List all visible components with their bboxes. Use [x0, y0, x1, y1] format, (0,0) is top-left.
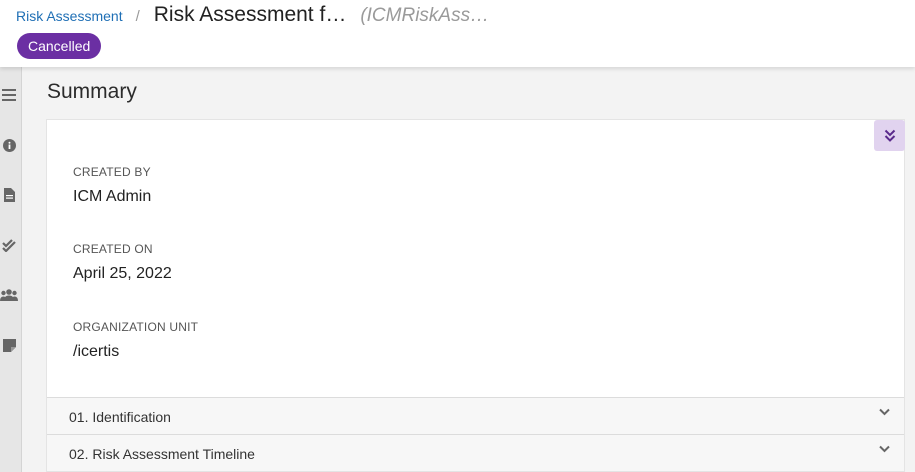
users-icon[interactable] [0, 285, 18, 305]
summary-card: CREATED BY ICM Admin CREATED ON April 25… [46, 119, 905, 472]
field-label: CREATED ON [73, 242, 153, 256]
page-header: Risk Assessment / Risk Assessment f… (IC… [0, 0, 915, 67]
summary-title: Summary [47, 80, 137, 103]
accordion-label: 02. Risk Assessment Timeline [69, 446, 255, 462]
created-by-field: CREATED BY ICM Admin [73, 165, 151, 206]
accordion-risk-assessment-timeline[interactable]: 02. Risk Assessment Timeline [47, 434, 904, 471]
accordion-identification[interactable]: 01. Identification [47, 397, 904, 434]
note-icon[interactable] [0, 335, 18, 355]
left-rail [0, 67, 22, 472]
field-label: CREATED BY [73, 165, 151, 179]
menu-icon[interactable] [0, 85, 18, 105]
collapse-all-button[interactable] [874, 120, 905, 151]
double-chevron-down-icon [884, 129, 895, 142]
chevron-down-icon [879, 408, 890, 416]
field-value: April 25, 2022 [73, 265, 172, 282]
breadcrumb-separator: / [135, 8, 140, 25]
field-value: /icertis [73, 343, 120, 360]
field-label: ORGANIZATION UNIT [73, 320, 199, 334]
chevron-down-icon [879, 445, 890, 453]
organization-unit-field: ORGANIZATION UNIT /icertis [73, 320, 198, 361]
breadcrumb-parent-link[interactable]: Risk Assessment [16, 8, 123, 24]
page-subtitle: (ICMRiskAss… [360, 5, 490, 26]
breadcrumb: Risk Assessment / Risk Assessment f… (IC… [16, 3, 489, 29]
created-on-field: CREATED ON April 25, 2022 [73, 242, 172, 283]
accordion-label: 01. Identification [69, 409, 171, 425]
status-badge: Cancelled [17, 33, 102, 59]
info-icon[interactable] [0, 135, 18, 155]
document-icon[interactable] [0, 185, 18, 205]
double-check-icon[interactable] [0, 235, 18, 255]
page-title: Risk Assessment f… [153, 3, 347, 26]
field-value: ICM Admin [73, 188, 152, 205]
